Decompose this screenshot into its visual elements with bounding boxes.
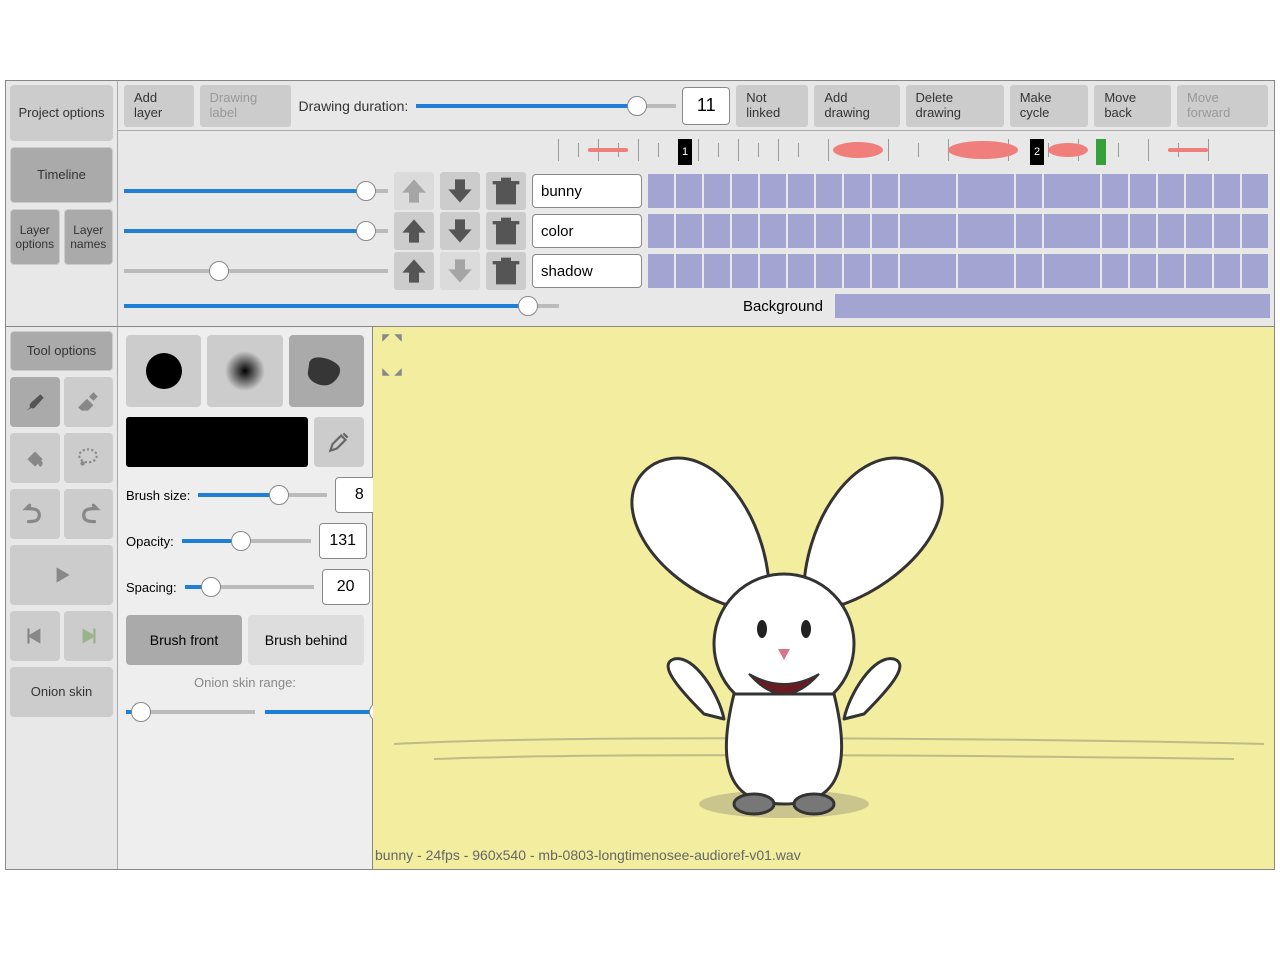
move-back-label: Move back — [1104, 91, 1161, 120]
timeline-button[interactable]: Timeline — [10, 147, 113, 203]
delete-layer-button[interactable] — [486, 172, 526, 210]
eyedropper-button[interactable] — [314, 417, 364, 467]
spacing-slider[interactable] — [185, 585, 314, 589]
lasso-tool-button[interactable] — [64, 433, 114, 483]
add-drawing-button[interactable]: Add drawing — [814, 85, 899, 127]
opacity-slider[interactable] — [182, 539, 311, 543]
layer-options-button[interactable]: Layer options — [10, 209, 60, 265]
project-options-button[interactable]: Project options — [10, 85, 113, 141]
play-button[interactable] — [10, 545, 113, 605]
layer-row-shadow — [118, 251, 1274, 291]
layer-row-background: Background — [118, 291, 1274, 321]
layer-name-input[interactable] — [532, 174, 642, 208]
brush-front-button[interactable]: Brush front — [126, 615, 242, 665]
add-layer-button[interactable]: Add layer — [124, 85, 194, 127]
move-layer-up-button — [394, 172, 434, 210]
onion-skin-range-label: Onion skin range: — [126, 675, 364, 690]
background-label: Background — [719, 298, 829, 315]
opacity-input[interactable] — [319, 523, 367, 559]
layer-names-button[interactable]: Layer names — [64, 209, 114, 265]
move-layer-up-button[interactable] — [394, 252, 434, 290]
move-forward-label: Move forward — [1187, 91, 1258, 120]
spacing-input[interactable] — [322, 569, 370, 605]
move-layer-down-button[interactable] — [440, 172, 480, 210]
layer-frames[interactable] — [648, 174, 1270, 208]
eraser-tool-button[interactable] — [64, 377, 114, 427]
brush-tool-button[interactable] — [10, 377, 60, 427]
layer-opacity-slider[interactable] — [124, 229, 388, 233]
make-cycle-button[interactable]: Make cycle — [1010, 85, 1089, 127]
delete-drawing-label: Delete drawing — [916, 91, 994, 120]
onion-skin-button[interactable]: Onion skin — [10, 667, 113, 717]
current-color-swatch[interactable] — [126, 417, 308, 467]
layer-row-bunny — [118, 171, 1274, 211]
brush-behind-button[interactable]: Brush behind — [248, 615, 364, 665]
move-layer-down-button[interactable] — [440, 212, 480, 250]
brush-size-slider[interactable] — [198, 493, 327, 497]
timeline-marker-1[interactable]: 1 — [678, 139, 692, 165]
drawing-duration-slider[interactable] — [416, 104, 676, 108]
drawing-label-button: Drawing label — [200, 85, 291, 127]
layer-frames[interactable] — [648, 214, 1270, 248]
delete-layer-button[interactable] — [486, 252, 526, 290]
status-bar: bunny - 24fps - 960x540 - mb-0803-longti… — [373, 847, 1274, 869]
move-layer-up-button[interactable] — [394, 212, 434, 250]
prev-frame-button[interactable] — [10, 611, 60, 661]
layer-opacity-slider[interactable] — [124, 269, 388, 273]
move-forward-button: Move forward — [1177, 85, 1268, 127]
not-linked-button[interactable]: Not linked — [736, 85, 808, 127]
fill-tool-button[interactable] — [10, 433, 60, 483]
undo-button[interactable] — [10, 489, 60, 539]
brush-preset-texture[interactable] — [289, 335, 364, 407]
tool-options-button[interactable]: Tool options — [10, 331, 113, 371]
layer-opacity-slider[interactable] — [124, 189, 388, 193]
timeline-ruler[interactable]: 1 2 — [548, 131, 1274, 171]
drawing-duration-label: Drawing duration: — [299, 98, 409, 114]
spacing-label: Spacing: — [126, 580, 177, 595]
layer-opacity-slider[interactable] — [124, 304, 559, 308]
opacity-label: Opacity: — [126, 534, 174, 549]
make-cycle-label: Make cycle — [1020, 91, 1079, 120]
layer-frames[interactable] — [648, 254, 1270, 288]
next-frame-button[interactable] — [64, 611, 114, 661]
drawing-canvas[interactable]: bunny - 24fps - 960x540 - mb-0803-longti… — [373, 327, 1274, 869]
layer-name-input[interactable] — [532, 254, 642, 288]
move-layer-down-button — [440, 252, 480, 290]
drawing-label-label: Drawing label — [210, 91, 281, 120]
add-layer-label: Add layer — [134, 91, 184, 120]
move-back-button[interactable]: Move back — [1094, 85, 1171, 127]
background-strip[interactable] — [835, 294, 1270, 318]
timeline-playhead[interactable] — [1096, 139, 1106, 165]
delete-drawing-button[interactable]: Delete drawing — [906, 85, 1004, 127]
brush-preset-hard[interactable] — [126, 335, 201, 407]
drawing-duration-input[interactable] — [682, 87, 730, 125]
not-linked-label: Not linked — [746, 91, 798, 120]
add-drawing-label: Add drawing — [824, 91, 889, 120]
layer-name-input[interactable] — [532, 214, 642, 248]
timeline-marker-2[interactable]: 2 — [1030, 139, 1044, 165]
layer-row-color — [118, 211, 1274, 251]
brush-size-label: Brush size: — [126, 488, 190, 503]
onion-range-start-slider[interactable] — [126, 710, 255, 714]
redo-button[interactable] — [64, 489, 114, 539]
brush-preset-soft[interactable] — [207, 335, 282, 407]
delete-layer-button[interactable] — [486, 212, 526, 250]
